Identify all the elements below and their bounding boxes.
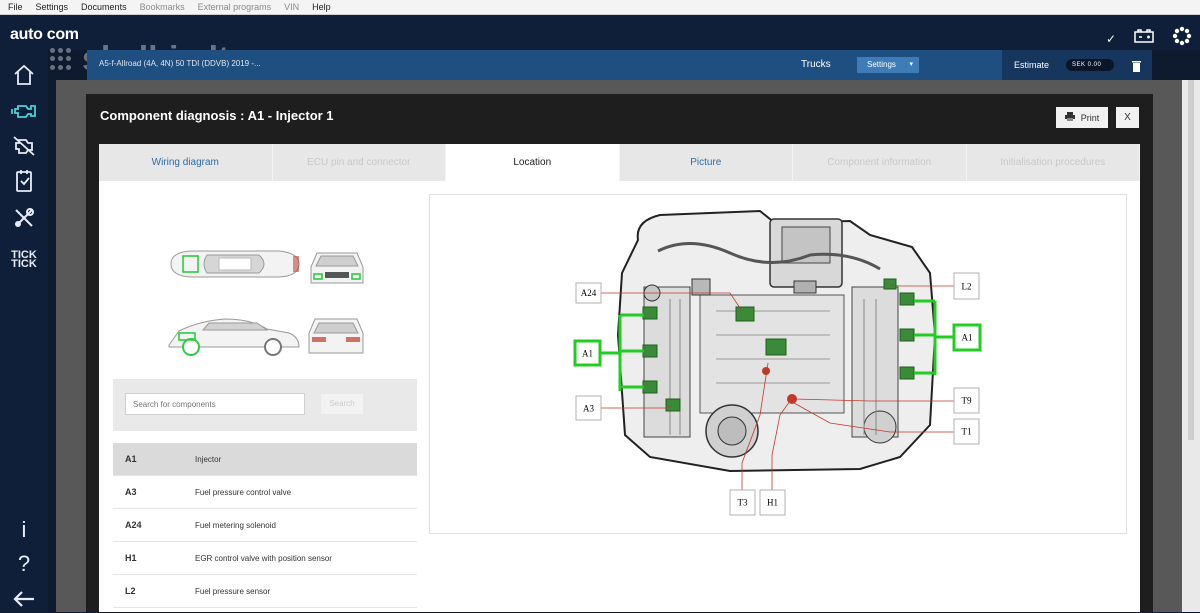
tab-wiring-diagram[interactable]: Wiring diagram <box>99 144 273 181</box>
component-code: A24 <box>125 520 142 530</box>
menu-vin[interactable]: VIN <box>284 2 299 12</box>
label-t3: T3 <box>738 498 748 508</box>
menu-bar: File Settings Documents Bookmarks Extern… <box>0 0 1200 15</box>
sidebar: TICK TICK i ? <box>0 15 48 612</box>
menu-documents[interactable]: Documents <box>81 2 127 12</box>
tab-content: Search A1 Injector A3 Fuel pressure cont… <box>99 181 1140 612</box>
printer-icon <box>1064 112 1075 123</box>
home-icon[interactable] <box>10 61 38 89</box>
dialog-title: Component diagnosis : A1 - Injector 1 <box>100 108 334 123</box>
component-list: A1 Injector A3 Fuel pressure control val… <box>113 443 417 608</box>
estimate-panel: Estimate SEK 0.00 <box>1002 50 1152 80</box>
tab-picture[interactable]: Picture <box>620 144 793 181</box>
back-arrow-icon[interactable] <box>10 585 38 613</box>
car-top-view[interactable] <box>170 250 300 278</box>
settings-gear-icon[interactable] <box>1172 26 1192 51</box>
menu-help[interactable]: Help <box>312 2 331 12</box>
component-name: Injector <box>195 454 222 464</box>
car-front-view[interactable] <box>310 252 364 284</box>
scrollbar-thumb[interactable] <box>1188 80 1194 440</box>
print-button[interactable]: Print <box>1056 107 1108 128</box>
list-item[interactable]: H1 EGR control valve with position senso… <box>113 542 417 575</box>
engine-off-icon[interactable] <box>10 132 38 160</box>
label-a1-left: A1 <box>582 349 593 359</box>
search-button[interactable]: Search <box>321 394 363 414</box>
component-search-panel: Search <box>113 379 417 431</box>
component-code: H1 <box>125 553 137 563</box>
settings-dropdown[interactable]: Settings ▾ <box>857 57 919 73</box>
component-code: A3 <box>125 487 137 497</box>
menu-file[interactable]: File <box>8 2 23 12</box>
label-h1: H1 <box>767 498 778 508</box>
vehicle-selection[interactable]: A5-f-Allroad (4A, 4N) 50 TDI (DDVB) 2019… <box>99 59 261 68</box>
tab-component-information[interactable]: Component information <box>793 144 967 181</box>
top-right-icons: ✓ <box>1106 26 1192 51</box>
vehicle-views <box>159 241 369 367</box>
tools-icon[interactable] <box>10 204 38 232</box>
settings-dropdown-label: Settings <box>867 60 896 69</box>
location-diagram: A24 A1 A3 L2 A1 T9 T1 T3 H1 <box>429 194 1127 534</box>
component-diagnosis-dialog: Component diagnosis : A1 - Injector 1 Pr… <box>86 94 1153 612</box>
label-a1-right: A1 <box>962 333 973 343</box>
label-a24: A24 <box>581 288 597 298</box>
list-item[interactable]: A3 Fuel pressure control valve <box>113 476 417 509</box>
component-name: Fuel metering solenoid <box>195 520 276 530</box>
menu-external-programs[interactable]: External programs <box>198 2 272 12</box>
document-icon[interactable] <box>10 167 38 195</box>
checkmark-icon: ✓ <box>1105 31 1116 46</box>
trash-icon[interactable] <box>1132 59 1141 77</box>
scrollbar[interactable] <box>1182 80 1200 612</box>
help-icon[interactable]: ? <box>10 550 38 578</box>
component-name: Fuel pressure control valve <box>195 487 292 497</box>
engine-icon[interactable] <box>10 97 38 125</box>
tab-location[interactable]: Location <box>446 144 620 181</box>
list-item[interactable]: L2 Fuel pressure sensor <box>113 575 417 608</box>
list-item[interactable]: A1 Injector <box>113 443 417 476</box>
tab-ecu-pin-and-connector[interactable]: ECU pin and connector <box>273 144 446 181</box>
battery-icon[interactable] <box>1134 29 1154 48</box>
label-a3: A3 <box>583 404 594 414</box>
list-item[interactable]: A24 Fuel metering solenoid <box>113 509 417 542</box>
chevron-down-icon: ▾ <box>909 61 913 68</box>
component-code: A1 <box>125 454 137 464</box>
trucks-link[interactable]: Trucks <box>801 59 831 70</box>
watermark-dots-icon <box>50 47 74 72</box>
info-icon[interactable]: i <box>10 516 38 544</box>
component-name: EGR control valve with position sensor <box>195 553 332 563</box>
car-side-view[interactable] <box>168 318 300 356</box>
estimate-label: Estimate <box>1014 60 1050 70</box>
vehicle-bar: A5-f-Allroad (4A, 4N) 50 TDI (DDVB) 2019… <box>87 50 1152 80</box>
tick-tick-button[interactable]: TICK TICK <box>10 243 38 277</box>
car-rear-view[interactable] <box>308 318 364 354</box>
label-t1: T1 <box>962 427 972 437</box>
menu-settings[interactable]: Settings <box>36 2 69 12</box>
component-name: Fuel pressure sensor <box>195 586 271 596</box>
component-code: L2 <box>125 586 136 596</box>
label-l2: L2 <box>962 282 972 292</box>
tab-bar: Wiring diagram ECU pin and connector Loc… <box>99 144 1140 181</box>
label-t9: T9 <box>962 396 972 406</box>
tab-initialisation-procedures[interactable]: Initialisation procedures <box>967 144 1140 181</box>
close-button[interactable]: X <box>1116 107 1139 128</box>
estimate-value: SEK 0.00 <box>1066 59 1114 71</box>
menu-bookmarks[interactable]: Bookmarks <box>140 2 185 12</box>
print-button-label: Print <box>1080 112 1100 123</box>
component-search-input[interactable] <box>125 393 305 415</box>
